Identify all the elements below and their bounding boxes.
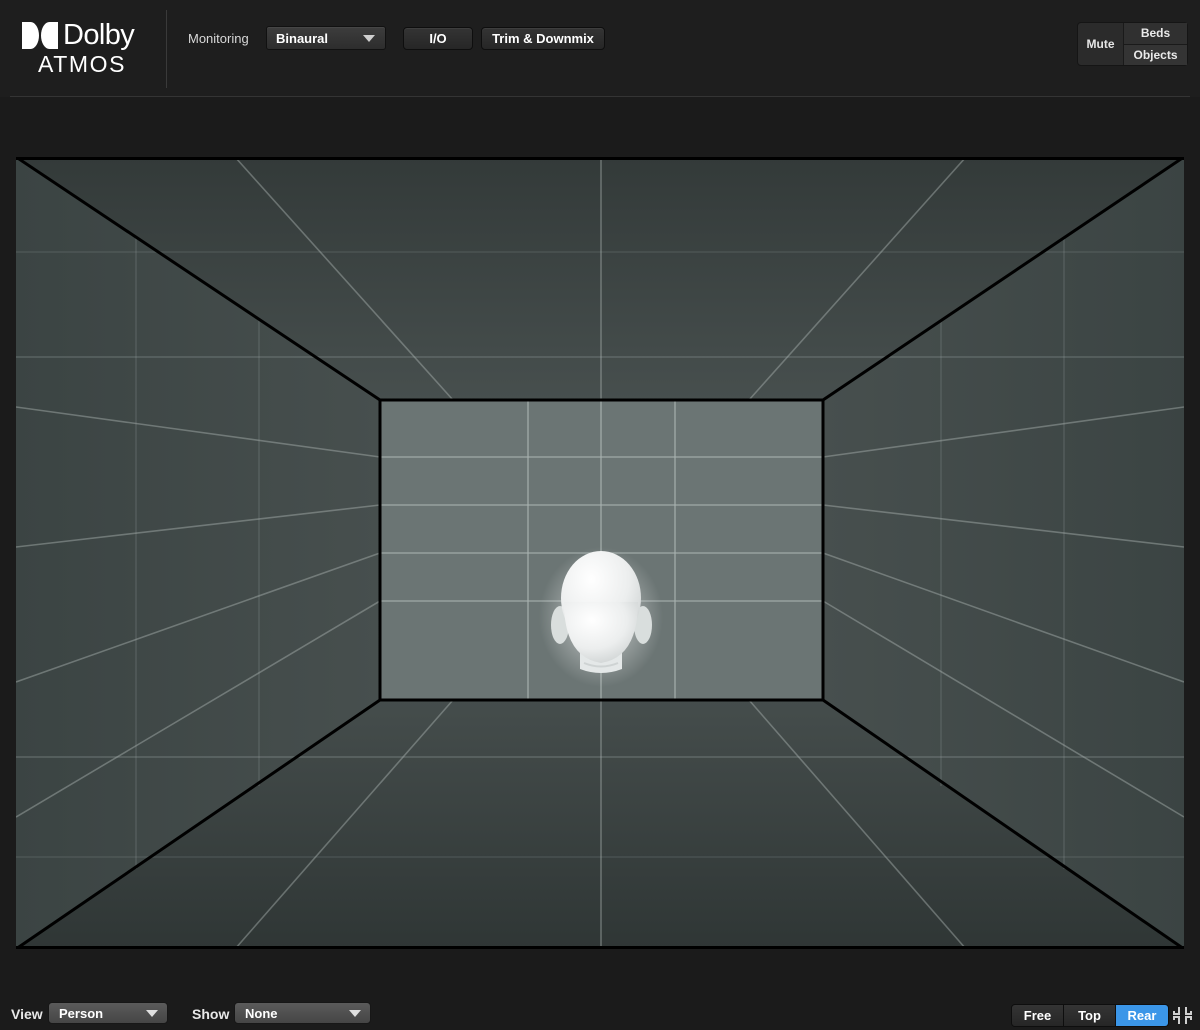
dolby-atmos-logo: Dolby ATMOS: [22, 20, 146, 77]
monitoring-select-value: Binaural: [276, 30, 329, 46]
camera-view-mode-group: Free Top Rear: [1011, 1004, 1169, 1027]
dolby-d-left-icon: [22, 21, 39, 49]
mute-label: Mute: [1086, 37, 1115, 51]
view-label: View: [11, 1006, 43, 1022]
view-select[interactable]: Person: [48, 1002, 168, 1024]
chevron-down-icon: [363, 34, 375, 42]
view-mode-top[interactable]: Top: [1064, 1005, 1116, 1026]
mute-panel: Mute Beds Objects: [1077, 22, 1188, 66]
monitoring-label: Monitoring: [188, 31, 249, 46]
dolby-d-right-icon: [41, 21, 58, 49]
show-select[interactable]: None: [234, 1002, 371, 1024]
view-mode-free[interactable]: Free: [1012, 1005, 1064, 1026]
room-3d-viewport[interactable]: [16, 157, 1184, 949]
mute-beds-button[interactable]: Beds: [1123, 23, 1187, 45]
room-perspective-svg: [16, 157, 1184, 949]
collapse-inward-icon[interactable]: [1172, 1005, 1193, 1026]
footer-bar: View Person Show None Free Top Rear: [0, 949, 1200, 1030]
header-bar: Dolby ATMOS Monitoring Binaural I/O Trim…: [0, 0, 1200, 97]
header-divider: [166, 10, 167, 88]
show-label: Show: [192, 1006, 230, 1022]
listener-head-model: [539, 547, 663, 687]
show-select-value: None: [245, 1005, 278, 1021]
chevron-down-icon: [349, 1009, 361, 1017]
brand-subname: ATMOS: [38, 51, 127, 77]
brand-name: Dolby: [63, 18, 135, 51]
view-mode-rear[interactable]: Rear: [1116, 1005, 1168, 1026]
trim-and-downmix-button[interactable]: Trim & Downmix: [481, 27, 605, 50]
mute-toggle-group: Beds Objects: [1123, 23, 1187, 65]
dolby-atmos-renderer-window: Dolby ATMOS Monitoring Binaural I/O Trim…: [0, 0, 1200, 1030]
logo-row: Dolby: [22, 20, 146, 50]
io-button[interactable]: I/O: [403, 27, 473, 50]
chevron-down-icon: [146, 1009, 158, 1017]
mute-objects-button[interactable]: Objects: [1123, 44, 1187, 65]
view-select-value: Person: [59, 1005, 104, 1021]
monitoring-select[interactable]: Binaural: [266, 26, 386, 50]
